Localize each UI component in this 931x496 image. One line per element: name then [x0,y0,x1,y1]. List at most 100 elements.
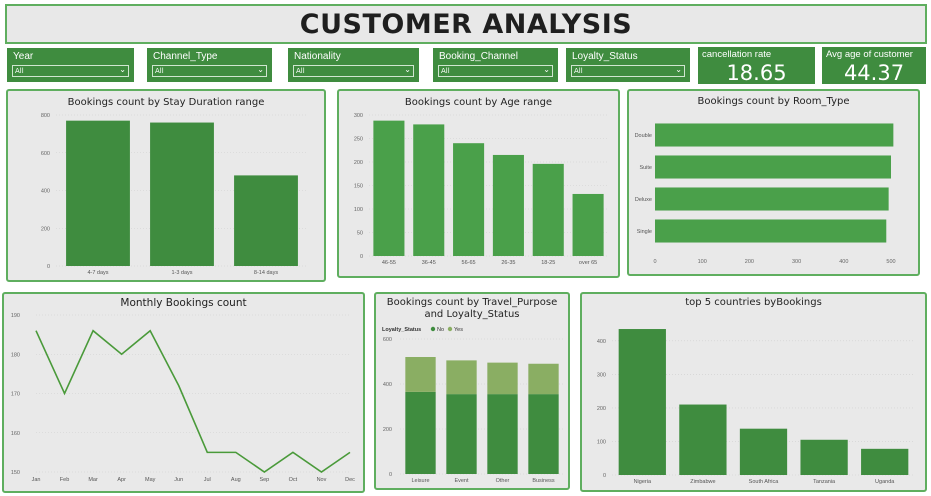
dashboard-title-bar: CUSTOMER ANALYSIS [5,4,927,44]
chevron-down-icon: ⌄ [257,65,264,74]
y-tick-label: 150 [354,184,363,190]
slicer-loyalty-status-value: All [574,67,583,75]
chevron-down-icon: ⌄ [675,65,682,74]
y-tick-label: 600 [41,151,50,157]
slicer-year-dropdown[interactable]: All ⌄ [12,65,129,77]
y-tick-label: 200 [597,406,606,412]
bar [800,439,848,475]
slicer-nationality[interactable]: Nationality All ⌄ [288,48,419,82]
x-tick-label: 100 [698,259,707,265]
y-tick-label: 100 [597,439,606,445]
legend-label-yes: Yes [454,327,463,333]
panel-travel-purpose[interactable]: Bookings count by Travel_Purpose and Loy… [374,292,570,490]
x-tick-label: 300 [792,259,801,265]
y-tick-label: 170 [11,392,20,398]
y-tick-label: 180 [11,352,20,358]
x-tick-label: Sep [259,477,269,483]
bar [655,219,887,243]
slicer-nationality-value: All [296,67,305,75]
bar [861,448,909,475]
slicer-channel-type-label: Channel_Type [153,51,218,62]
x-tick-label: Business [532,478,555,484]
bar [234,175,298,266]
chart-monthly-bookings: 150 160 170 180 190 Jan Feb Mar Apr May Jun Jul Aug S… [11,313,355,483]
card-cancellation-rate-value: 18.65 [726,61,787,85]
bar-yes [446,360,477,395]
slicer-nationality-dropdown[interactable]: All ⌄ [293,65,414,77]
slicer-year[interactable]: Year All ⌄ [7,48,134,82]
x-tick-label: 200 [745,259,754,265]
y-tick-label: 300 [354,113,363,119]
x-tick-label: Nigeria [634,479,652,485]
slicer-booking-channel[interactable]: Booking_Channel All ⌄ [433,48,558,82]
chevron-down-icon: ⌄ [404,65,411,74]
x-tick-label: Feb [60,477,69,483]
x-tick-label: Event [454,478,469,484]
card-avg-age-value: 44.37 [843,61,905,85]
y-tick-label: Deluxe [635,197,652,203]
bar-yes [405,357,436,392]
slicer-loyalty-status[interactable]: Loyalty_Status All ⌄ [566,48,690,82]
panel-monthly[interactable]: Monthly Bookings count 150 160 170 180 190 Ja… [2,292,365,493]
slicer-year-value: All [15,67,24,75]
x-tick-label: Tanzania [813,479,836,485]
card-avg-age: Avg age of customer 44.37 [822,47,926,85]
x-tick-label: 4-7 days [87,270,108,276]
x-tick-label: 1-3 days [171,270,192,276]
panel-room-type[interactable]: Bookings count by Room_Type 0 100 200 300 40… [627,89,920,276]
y-tick-label: 200 [354,160,363,166]
series-line [35,329,351,473]
x-tick-label: Oct [289,477,298,483]
slicer-booking-channel-label: Booking_Channel [439,51,518,62]
panel-age-range[interactable]: Bookings count by Age range 0 50 100 150 200… [337,89,620,278]
x-tick-label: 18-25 [541,260,555,266]
x-tick-label: Other [496,478,510,484]
y-tick-label: 0 [360,254,363,260]
card-avg-age-label: Avg age of customer [826,49,913,60]
y-tick-label: 160 [11,431,20,437]
legend-marker-yes [447,326,453,332]
y-tick-label: 50 [357,231,363,237]
slicer-loyalty-status-dropdown[interactable]: All ⌄ [571,65,685,77]
x-tick-label: 400 [839,259,848,265]
slicer-nationality-label: Nationality [294,51,341,62]
chart-top-countries: 0 100 200 300 400 Nigeria Zimbabwe South Africa… [597,329,915,485]
x-tick-label: South Africa [749,479,780,485]
x-tick-label: 0 [653,259,656,265]
slicer-channel-type-value: All [155,67,164,75]
y-tick-label: 200 [383,427,392,433]
chevron-down-icon: ⌄ [119,65,126,74]
x-tick-label: Jun [174,477,183,483]
x-tick-label: Mar [88,477,98,483]
chart-travel-purpose: Loyalty_Status No Yes 0 200 400 600 Leisure Even… [382,326,564,484]
y-tick-label: 400 [41,189,50,195]
x-tick-label: Apr [117,477,126,483]
x-tick-label: Uganda [875,479,895,485]
x-tick-label: Zimbabwe [690,479,715,485]
panel-stay-duration[interactable]: Bookings count by Stay Duration range 02… [6,89,326,282]
slicer-booking-channel-dropdown[interactable]: All ⌄ [438,65,553,77]
panel-top-countries[interactable]: top 5 countries byBookings 0 100 200 300 400… [580,292,927,492]
x-tick-label: 26-35 [501,260,515,266]
bar [739,428,788,475]
bar [532,163,564,256]
y-tick-label: 250 [354,137,363,143]
card-cancellation-rate: cancellation rate 18.65 [698,47,815,85]
slicer-channel-type[interactable]: Channel_Type All ⌄ [147,48,272,82]
bar [413,124,445,257]
x-tick-label: 8-14 days [254,270,278,276]
bar [373,120,405,256]
bar [679,404,727,475]
bar [655,123,894,147]
bar [492,154,524,256]
y-tick-label: 190 [11,313,20,319]
card-cancellation-rate-label: cancellation rate [702,49,772,60]
bar-no [487,394,518,474]
bar [618,329,666,475]
slicer-channel-type-dropdown[interactable]: All ⌄ [152,65,267,77]
bar [66,120,130,266]
x-tick-label: 56-65 [462,260,476,266]
y-tick-label: 0 [603,473,606,479]
bar-no [405,391,436,474]
bar [655,187,889,211]
